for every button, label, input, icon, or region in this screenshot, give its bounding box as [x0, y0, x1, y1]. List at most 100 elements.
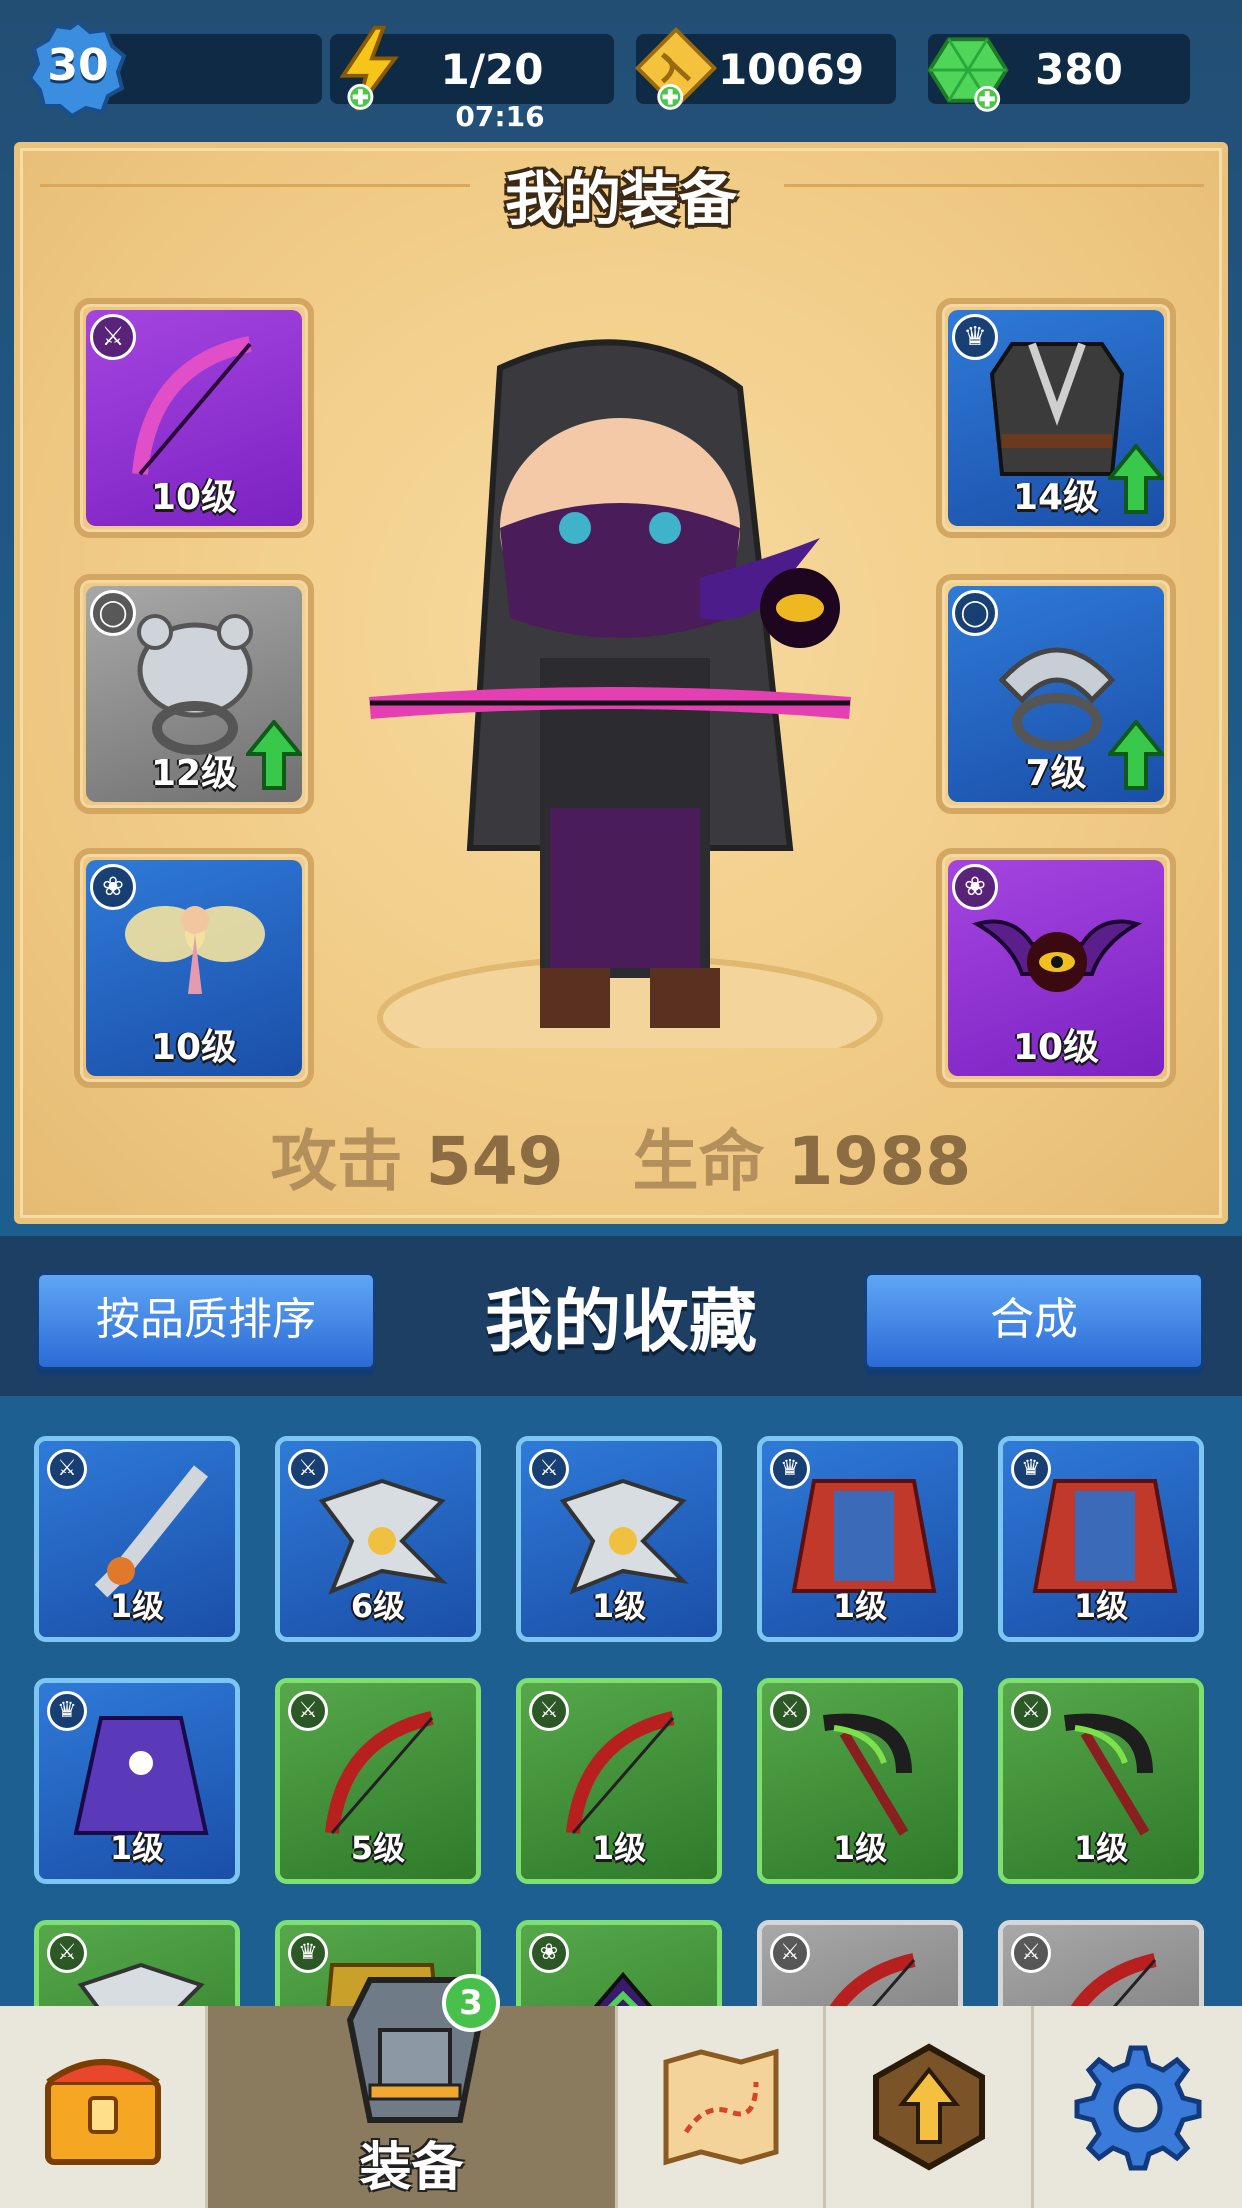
red-bow-icon [543, 1703, 703, 1843]
item-level: 1级 [1073, 1587, 1129, 1625]
coin-add-icon[interactable] [628, 22, 724, 118]
gear-icon [1074, 2045, 1202, 2171]
item-level: 1级 [1073, 1829, 1129, 1867]
pet-icon: ❀ [90, 864, 136, 910]
attack-value: 549 [425, 1123, 564, 1200]
slot-level: 10级 [1012, 1027, 1100, 1068]
weapon-icon: ⚔ [529, 1691, 569, 1731]
weapon-icon: ⚔ [90, 314, 136, 360]
settings-tab[interactable] [1034, 2006, 1242, 2208]
map-tab[interactable] [618, 2006, 826, 2208]
bow-icon [110, 334, 280, 484]
scythe-icon [784, 1703, 944, 1843]
bat-eye-icon [971, 884, 1143, 1034]
bottom-nav: 装备 [0, 2006, 1242, 2208]
gem-add-icon[interactable] [920, 22, 1016, 118]
fairy-icon [110, 884, 280, 1034]
level-badge[interactable]: 30 [27, 18, 128, 119]
equip-slot-ring-1[interactable]: ◯ 12级 [74, 574, 314, 814]
equipment-panel: 我的装备 ⚔ 10级 ◯ 12级 ❀ 10级 ♛ 14级 ◯ 7级 ❀ 10级 … [14, 142, 1228, 1224]
collection-item[interactable]: ⚔ 1级 [516, 1678, 722, 1884]
item-level: 1级 [832, 1587, 888, 1625]
weapon-icon: ⚔ [770, 1933, 810, 1973]
ring-icon: ◯ [90, 590, 136, 636]
ring-icon: ◯ [952, 590, 998, 636]
map-icon [663, 2048, 778, 2166]
slot-level: 14级 [1012, 477, 1100, 518]
collection-item[interactable]: ⚔ 6级 [275, 1436, 481, 1642]
collection-item[interactable]: ⚔ [34, 1920, 240, 2006]
saw-sword-icon [61, 1461, 221, 1601]
attack-label: 攻击 [270, 1123, 403, 1200]
energy-value: 1/20 [440, 44, 544, 94]
robe-icon [61, 1703, 221, 1843]
player-level: 30 [47, 40, 109, 91]
collection-header: 按品质排序 我的收藏 合成 [0, 1236, 1242, 1396]
weapon-icon: ⚔ [770, 1691, 810, 1731]
weapon-icon: ⚔ [288, 1449, 328, 1489]
pet-icon: ❀ [529, 1933, 569, 1973]
equipment-tab-label: 装备 [359, 2138, 464, 2198]
item-level: 1级 [109, 1587, 165, 1625]
collection-item[interactable]: ⚔ 1级 [998, 1678, 1204, 1884]
armor-icon: ♛ [1011, 1449, 1051, 1489]
collection-item[interactable]: ♛ 1级 [757, 1436, 963, 1642]
equip-slot-weapon[interactable]: ⚔ 10级 [74, 298, 314, 538]
item-level: 1级 [591, 1587, 647, 1625]
slot-level: 10级 [150, 477, 238, 518]
collection-item[interactable]: ⚔ 5级 [275, 1678, 481, 1884]
collection-item[interactable]: ⚔ [757, 1920, 963, 2006]
energy-timer: 07:16 [455, 100, 545, 133]
equip-slot-pet-1[interactable]: ❀ 10级 [74, 848, 314, 1088]
item-level: 5级 [350, 1829, 406, 1867]
hero-stats: 攻击 549 生命 1988 [20, 1108, 1222, 1204]
equipment-badge: 3 [442, 1974, 500, 2032]
collection-item[interactable]: ❀ [516, 1920, 722, 2006]
hp-value: 1988 [787, 1123, 972, 1200]
weapon-icon: ⚔ [1011, 1691, 1051, 1731]
collection-item[interactable]: ⚔ 1级 [757, 1678, 963, 1884]
shuriken-icon [302, 1461, 462, 1601]
red-bow-icon [302, 1703, 462, 1843]
weapon-icon: ⚔ [47, 1449, 87, 1489]
item-level: 1级 [109, 1829, 165, 1867]
slot-level: 12级 [150, 753, 238, 794]
collection-grid: ⚔ 1级 ⚔ 6级 ⚔ 1级 ♛ 1级 ♛ 1级 ♛ 1级 ⚔ 5级 ⚔ 1级 ⚔ 1级 ⚔ 1级 ⚔ ♛ ❀ ⚔ ⚔ [0, 1396, 1242, 2006]
equip-slot-armor[interactable]: ♛ 14级 [936, 298, 1176, 538]
scythe-icon [1025, 1703, 1185, 1843]
equip-slot-pet-2[interactable]: ❀ 10级 [936, 848, 1176, 1088]
upgrade-arrow-icon [872, 2043, 985, 2171]
upgrade-tab[interactable] [826, 2006, 1034, 2208]
armor-icon: ♛ [770, 1449, 810, 1489]
treasure-chest-icon [44, 2059, 161, 2165]
hero-character [350, 328, 910, 1081]
collection-item[interactable]: ♛ 1级 [34, 1678, 240, 1884]
weapon-icon: ⚔ [47, 1933, 87, 1973]
collection-item[interactable]: ⚔ 1级 [516, 1436, 722, 1642]
collection-item[interactable]: ⚔ 1级 [34, 1436, 240, 1642]
cape-icon [1025, 1461, 1185, 1601]
weapon-icon: ⚔ [288, 1691, 328, 1731]
slot-level: 10级 [150, 1027, 238, 1068]
armor-icon: ♛ [288, 1933, 328, 1973]
equipment-title: 我的装备 [504, 165, 737, 233]
item-level: 1级 [832, 1829, 888, 1867]
chest-tab[interactable] [0, 2006, 208, 2208]
weapon-icon: ⚔ [1011, 1933, 1051, 1973]
top-bar: 30 1/20 07:16 10069 380 [0, 0, 1242, 140]
game-screen: 30 1/20 07:16 10069 380 我的装备 ⚔ 10级 ◯ 12级… [0, 0, 1242, 2208]
item-level: 1级 [591, 1829, 647, 1867]
energy-add-icon[interactable] [322, 22, 418, 118]
collection-item[interactable]: ⚔ [998, 1920, 1204, 2006]
collection-item[interactable]: ♛ 1级 [998, 1436, 1204, 1642]
armor-icon: ♛ [952, 314, 998, 360]
coin-value: 10069 [717, 44, 865, 94]
shuriken-icon [543, 1461, 703, 1601]
slot-level: 7级 [1025, 753, 1087, 794]
hp-label: 生命 [632, 1123, 765, 1200]
pet-icon: ❀ [952, 864, 998, 910]
weapon-icon: ⚔ [529, 1449, 569, 1489]
merge-button[interactable]: 合成 [864, 1272, 1204, 1370]
armor-icon: ♛ [47, 1691, 87, 1731]
equip-slot-ring-2[interactable]: ◯ 7级 [936, 574, 1176, 814]
